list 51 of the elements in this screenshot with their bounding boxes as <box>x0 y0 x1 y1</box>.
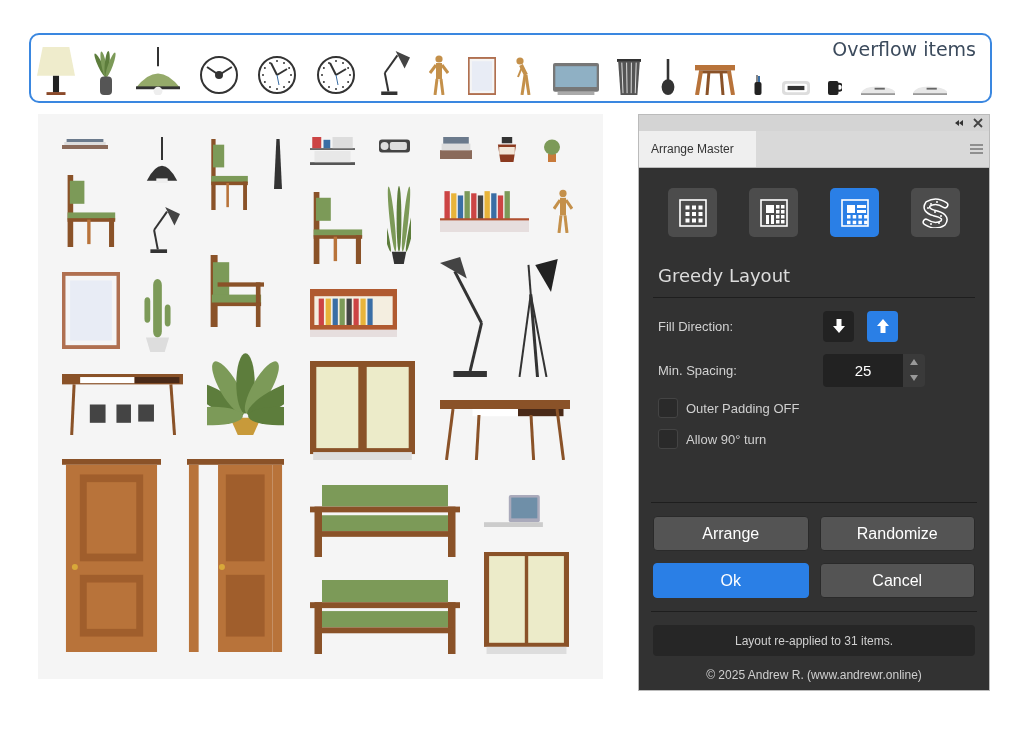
trash-bin-drawing <box>617 59 642 95</box>
direction-button[interactable] <box>867 310 898 342</box>
potted-plant-drawing <box>93 51 118 95</box>
wooden-mannequin-drawing <box>429 55 450 95</box>
up-triangle-icon <box>910 358 918 365</box>
down-arrow-icon <box>832 319 845 333</box>
grid-layout-icon <box>758 197 789 228</box>
pendant-lamp-drawing <box>136 47 181 95</box>
grid-layout-icon <box>839 197 870 228</box>
s-curve-icon <box>920 197 951 228</box>
wall-clock-drawing <box>198 55 239 95</box>
spacing-field[interactable]: 25 <box>823 353 903 387</box>
layout-mode-button[interactable] <box>749 188 798 237</box>
stool-drawing <box>694 65 735 95</box>
wooden-mannequin-drawing <box>553 189 573 233</box>
action-button[interactable]: Randomize <box>819 516 975 551</box>
field-label: Min. Spacing: <box>658 362 738 378</box>
panel-tab[interactable]: Arrange Master <box>639 131 756 167</box>
book-stack-drawing <box>62 139 108 149</box>
collapse-icon[interactable] <box>955 120 963 126</box>
grid-layout-icon <box>677 197 708 228</box>
action-button[interactable]: Arrange <box>653 516 809 551</box>
action-button[interactable]: Cancel <box>819 563 975 598</box>
close-icon[interactable] <box>973 118 983 128</box>
up-arrow-icon <box>876 319 889 333</box>
digital-clock-drawing <box>781 81 810 95</box>
action-button[interactable]: Ok <box>653 563 809 598</box>
down-triangle-icon <box>910 375 918 382</box>
wall-clock-drawing <box>257 55 298 95</box>
overflow-title: Overflow items <box>832 38 976 60</box>
picture-frame-drawing <box>467 57 496 95</box>
layout-mode-button[interactable] <box>911 188 960 237</box>
checkbox-label: Allow 90° turn <box>686 431 767 447</box>
checkbox[interactable] <box>658 398 678 418</box>
section-heading: Greedy Layout <box>658 265 792 286</box>
direction-button[interactable] <box>823 310 854 342</box>
layout-mode-button[interactable] <box>668 188 717 237</box>
bookshelf-drawing <box>310 137 355 165</box>
checkbox-label: Outer Padding OFF <box>686 400 800 416</box>
laptop-drawing <box>484 495 546 527</box>
book-stack-drawing <box>440 137 472 159</box>
status-message: Layout re-applied to 31 items. <box>653 625 975 656</box>
table-lamp-drawing <box>37 47 75 95</box>
wall-clock-drawing <box>315 55 356 95</box>
mug-drawing <box>828 81 843 95</box>
monitor-drawing <box>552 63 599 95</box>
copyright-text: © 2025 Andrew R. (www.andrewr.online) <box>705 668 923 682</box>
pencil-cup-drawing <box>753 75 764 95</box>
checkbox[interactable] <box>658 429 678 449</box>
field-label: Fill Direction: <box>658 318 735 334</box>
layout-mode-button[interactable] <box>830 188 879 237</box>
